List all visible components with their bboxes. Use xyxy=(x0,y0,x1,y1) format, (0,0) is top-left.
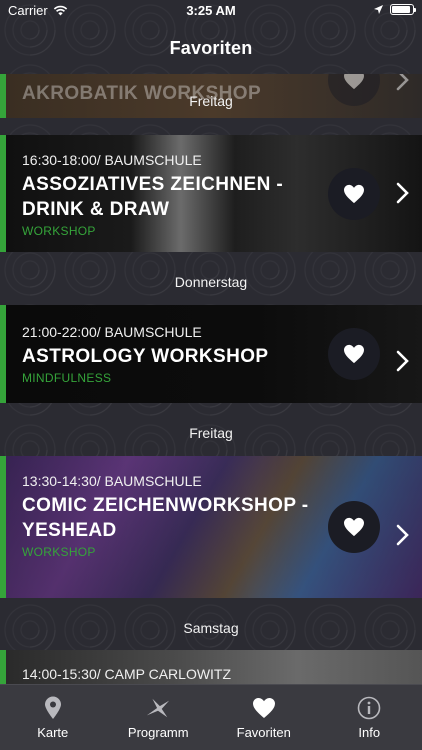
info-icon xyxy=(356,695,382,721)
event-card[interactable]: 14:00-15:30/ CAMP CARLOWITZ xyxy=(0,650,422,684)
event-card[interactable]: 13:30-14:30/ BAUMSCHULE COMIC ZEICHENWOR… xyxy=(0,456,422,598)
tab-karte[interactable]: Karte xyxy=(0,685,106,750)
event-time: 13:30-14:30/ BAUMSCHULE xyxy=(22,473,202,489)
favorite-button[interactable] xyxy=(328,501,380,553)
tab-label: Karte xyxy=(37,725,69,740)
event-title: ASTROLOGY WORKSHOP xyxy=(22,346,269,367)
tab-label: Info xyxy=(358,725,381,740)
favorites-list[interactable]: AKROBATIK WORKSHOP Freitag 16:30-18:00/ … xyxy=(0,74,422,684)
map-pin-icon xyxy=(40,695,66,721)
heart-icon xyxy=(251,695,277,721)
nav-bar: Favoriten xyxy=(0,22,422,74)
day-header: Freitag xyxy=(189,425,233,441)
tab-label: Favoriten xyxy=(236,725,291,740)
event-time: 21:00-22:00/ BAUMSCHULE xyxy=(22,324,202,340)
tab-label: Programm xyxy=(127,725,189,740)
location-arrow-icon xyxy=(374,5,383,14)
day-header: Samstag xyxy=(183,620,239,636)
event-time: 14:00-15:30/ CAMP CARLOWITZ xyxy=(22,666,232,682)
favorite-button[interactable] xyxy=(328,168,380,220)
chevron-right-icon[interactable] xyxy=(394,74,410,92)
heart-icon xyxy=(344,74,364,90)
event-category: WORKSHOP xyxy=(22,545,96,559)
event-title: COMIC ZEICHENWORKSHOP - YESHEAD xyxy=(22,495,309,541)
status-time: 3:25 AM xyxy=(186,3,236,18)
event-title: ASSOZIATIVES ZEICHNEN - DRINK & DRAW xyxy=(22,174,284,220)
status-right xyxy=(373,4,416,15)
chevron-right-icon[interactable] xyxy=(394,349,410,373)
event-category: WORKSHOP xyxy=(22,224,96,238)
day-header: Donnerstag xyxy=(174,274,248,290)
heart-icon xyxy=(344,344,364,364)
event-card[interactable]: 21:00-22:00/ BAUMSCHULE ASTROLOGY WORKSH… xyxy=(0,305,422,403)
chevron-right-icon[interactable] xyxy=(394,523,410,547)
status-bar: Carrier 3:25 AM xyxy=(0,0,422,22)
tab-programm[interactable]: Programm xyxy=(106,685,212,750)
favorite-button[interactable] xyxy=(328,328,380,380)
swallow-icon xyxy=(145,695,171,721)
event-category: MINDFULNESS xyxy=(22,371,112,385)
tab-favoriten[interactable]: Favoriten xyxy=(211,685,317,750)
page-title: Favoriten xyxy=(169,37,253,58)
heart-icon xyxy=(344,517,364,537)
tab-info[interactable]: Info xyxy=(317,685,422,750)
tab-bar: Karte Programm Favoriten Info xyxy=(0,684,422,750)
battery-icon xyxy=(390,4,416,15)
event-time: 16:30-18:00/ BAUMSCHULE xyxy=(22,152,202,168)
chevron-right-icon[interactable] xyxy=(394,181,410,205)
event-card[interactable]: 16:30-18:00/ BAUMSCHULE ASSOZIATIVES ZEI… xyxy=(0,135,422,252)
heart-icon xyxy=(344,184,364,204)
day-header: Freitag xyxy=(189,93,233,109)
